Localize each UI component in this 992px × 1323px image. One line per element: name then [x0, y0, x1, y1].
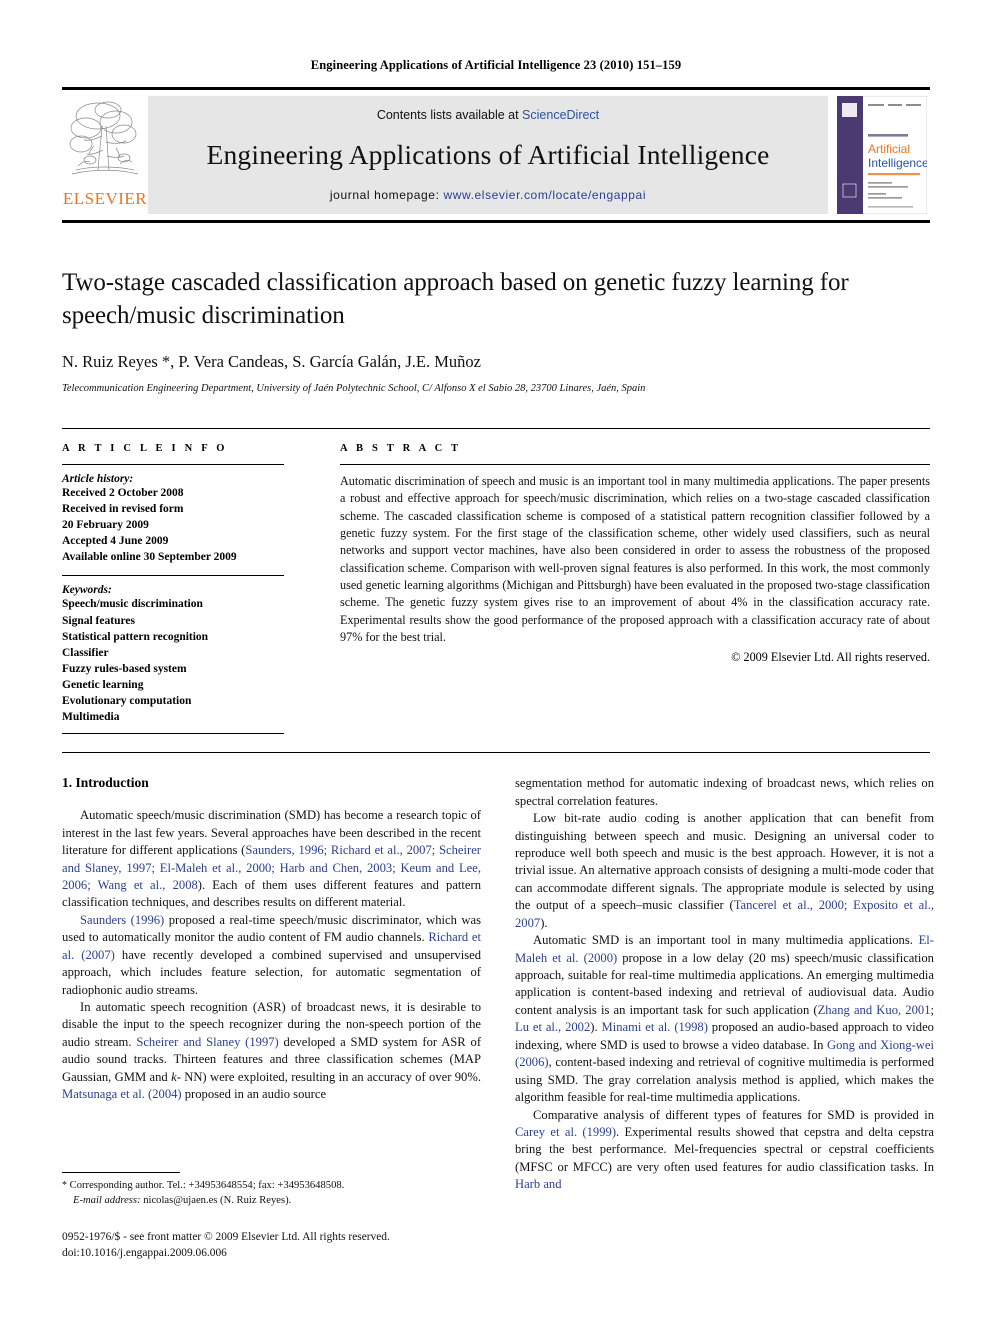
journal-masthead: ELSEVIER Contents lists available at Sci… — [62, 87, 930, 223]
paragraph: Automatic speech/music discrimination (S… — [62, 807, 481, 912]
body-top-divider — [62, 752, 930, 754]
email-value[interactable]: nicolas@ujaen.es (N. Ruiz Reyes). — [143, 1195, 291, 1206]
left-column-paragraphs: Automatic speech/music discrimination (S… — [62, 807, 481, 1103]
footnote-zone: * Corresponding author. Tel.: +349536485… — [62, 1172, 481, 1262]
info-divider-middle — [62, 575, 284, 577]
elsevier-wordmark: ELSEVIER — [62, 189, 148, 208]
paragraph: Comparative analysis of different types … — [515, 1107, 934, 1194]
homepage-url-link[interactable]: www.elsevier.com/locate/engappai — [443, 188, 646, 202]
keyword-item: Genetic learning — [62, 678, 144, 691]
citation-link[interactable]: Lu et al., 2002 — [515, 1020, 590, 1034]
section-heading-introduction: 1. Introduction — [62, 775, 481, 791]
body-column-left: 1. Introduction Automatic speech/music d… — [62, 775, 481, 1194]
info-divider-bottom — [62, 733, 284, 735]
citation-link[interactable]: Minami et al. (1998) — [602, 1020, 708, 1034]
body-text: proposed in an audio source — [181, 1087, 327, 1102]
body-text: - NN) were exploited, resulting in an ac… — [176, 1069, 481, 1084]
elsevier-tree-icon — [69, 101, 139, 175]
imprint-block: 0952-1976/$ - see front matter © 2009 El… — [62, 1230, 481, 1261]
citation-link[interactable]: Scheirer and Slaney (1997) — [136, 1035, 278, 1049]
journal-homepage-line: journal homepage: www.elsevier.com/locat… — [330, 188, 646, 202]
email-note: E-mail address: nicolas@ujaen.es (N. Rui… — [62, 1193, 481, 1208]
footnote-divider — [62, 1172, 180, 1173]
citation-link[interactable]: Matsunaga et al. (2004) — [62, 1087, 182, 1101]
paragraph: Saunders (1996) proposed a real-time spe… — [62, 912, 481, 999]
abstract-column: A B S T R A C T Automatic discrimination… — [302, 429, 930, 734]
issn-line: 0952-1976/$ - see front matter © 2009 El… — [62, 1231, 390, 1244]
body-text: segmentation method for automatic indexi… — [515, 776, 934, 808]
keyword-item: Evolutionary computation — [62, 695, 192, 708]
keywords-block: Keywords: Speech/music discrimination Si… — [62, 584, 284, 725]
right-column-paragraphs: segmentation method for automatic indexi… — [515, 775, 934, 1194]
article-info-heading: A R T I C L E I N F O — [62, 443, 228, 454]
info-divider-top — [62, 464, 284, 465]
body-text: ). — [590, 1020, 602, 1035]
history-line: 20 February 2009 — [62, 519, 149, 532]
body-text: , content-based indexing and retrieval o… — [515, 1055, 934, 1105]
contents-available-line: Contents lists available at ScienceDirec… — [377, 108, 599, 122]
citation-link[interactable]: Carey et al. (1999) — [515, 1125, 616, 1139]
journal-title: Engineering Applications of Artificial I… — [206, 139, 770, 170]
keyword-item: Fuzzy rules-based system — [62, 662, 187, 675]
article-info-column: A R T I C L E I N F O Article history: R… — [62, 429, 302, 735]
corresponding-author-note: * Corresponding author. Tel.: +349536485… — [62, 1178, 481, 1193]
section-number: 1. — [62, 775, 73, 791]
svg-text:Artificial: Artificial — [868, 142, 910, 156]
homepage-label: journal homepage: — [329, 188, 444, 202]
paragraph: segmentation method for automatic indexi… — [515, 775, 934, 810]
cover-image: Artificial Intelligence — [837, 96, 927, 214]
history-line: Received 2 October 2008 — [62, 487, 184, 499]
affiliation: Telecommunication Engineering Department… — [62, 383, 646, 394]
article-history-block: Article history: Received 2 October 2008… — [62, 473, 284, 565]
keyword-item: Multimedia — [62, 711, 120, 724]
article-page: Engineering Applications of Artificial I… — [0, 0, 992, 1323]
keyword-item: Statistical pattern recognition — [62, 630, 209, 643]
doi-line[interactable]: doi:10.1016/j.engappai.2009.06.006 — [62, 1246, 481, 1262]
citation-link[interactable]: Saunders (1996) — [80, 913, 164, 927]
citation-link[interactable]: Zhang and Kuo, 2001 — [818, 1003, 931, 1017]
paragraph: Low bit-rate audio coding is another app… — [515, 810, 934, 932]
sciencedirect-link[interactable]: ScienceDirect — [522, 108, 599, 122]
asterisk-icon: * — [62, 1180, 67, 1191]
body-text: Comparative analysis of different types … — [533, 1107, 934, 1122]
abstract-heading: A B S T R A C T — [340, 443, 462, 454]
corresponding-author-text: Corresponding author. Tel.: +34953648554… — [69, 1180, 345, 1191]
keyword-item: Speech/music discrimination — [62, 598, 203, 611]
email-label: E-mail address: — [73, 1195, 141, 1207]
info-abstract-section: A R T I C L E I N F O Article history: R… — [62, 428, 930, 735]
svg-text:Intelligence: Intelligence — [868, 156, 927, 170]
keyword-item: Classifier — [62, 646, 109, 659]
section-title: Introduction — [75, 775, 149, 791]
author-list: N. Ruiz Reyes *, P. Vera Candeas, S. Gar… — [62, 352, 481, 371]
body-text: ). — [540, 915, 548, 930]
keyword-item: Signal features — [62, 614, 135, 627]
abstract-divider — [340, 464, 930, 465]
elsevier-logo: ELSEVIER — [62, 90, 148, 220]
history-line: Received in revised form — [62, 503, 184, 516]
body-text: ; — [930, 1002, 935, 1017]
contents-prefix: Contents lists available at — [376, 108, 523, 122]
body-columns: 1. Introduction Automatic speech/music d… — [62, 775, 934, 1194]
page-title: Two-stage cascaded classification approa… — [62, 269, 849, 329]
journal-cover-thumbnail: Artificial Intelligence — [834, 96, 930, 214]
article-history-label: Article history: — [62, 473, 134, 485]
running-head: Engineering Applications of Artificial I… — [310, 58, 682, 72]
body-text: Automatic SMD is an important tool in ma… — [533, 933, 919, 948]
abstract-copyright: © 2009 Elsevier Ltd. All rights reserved… — [731, 650, 930, 665]
journal-banner: Contents lists available at ScienceDirec… — [148, 96, 828, 214]
citation-link[interactable]: Harb and — [515, 1177, 562, 1191]
body-text: have recently developed a combined super… — [62, 947, 481, 997]
body-column-right: segmentation method for automatic indexi… — [515, 775, 934, 1194]
paragraph: Automatic SMD is an important tool in ma… — [515, 932, 934, 1106]
title-block: Two-stage cascaded classification approa… — [62, 267, 930, 394]
keywords-label: Keywords: — [62, 584, 112, 597]
abstract-text: Automatic discrimination of speech and m… — [340, 474, 930, 644]
paragraph: In automatic speech recognition (ASR) of… — [62, 999, 481, 1104]
history-line: Accepted 4 June 2009 — [62, 535, 169, 548]
history-line: Available online 30 September 2009 — [62, 551, 237, 564]
